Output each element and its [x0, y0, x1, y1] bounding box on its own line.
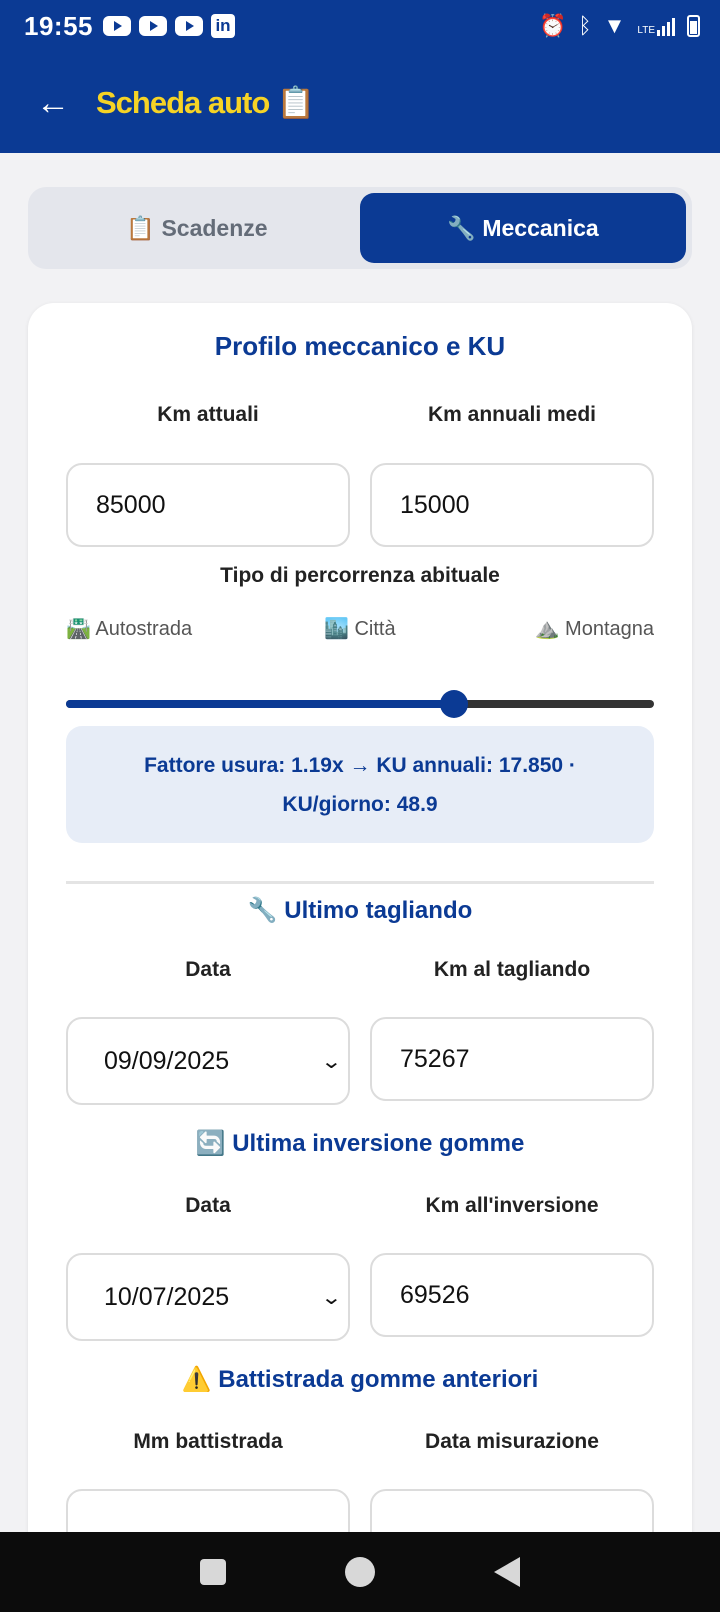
signal-icon: [657, 16, 675, 36]
chevron-down-icon: ⌄: [320, 1286, 343, 1309]
page-title: Scheda auto 📋: [96, 85, 316, 120]
km-annual-field[interactable]: [370, 463, 654, 547]
rotation-km-input[interactable]: [400, 1280, 624, 1310]
rotation-date-label: Data: [185, 1194, 231, 1217]
service-km-label: Km al tagliando: [433, 958, 591, 981]
wifi-icon: ▼: [603, 13, 626, 38]
service-date-value: 09/09/2025: [104, 1046, 230, 1075]
usage-slider-thumb[interactable]: [440, 690, 469, 718]
km-annual-input[interactable]: [400, 490, 624, 520]
tab-meccanica[interactable]: 🔧 Meccanica: [360, 193, 686, 263]
tread-mm-label: Mm battistrada: [133, 1430, 283, 1453]
youtube-icon: [103, 16, 131, 36]
terrain-mountain-label: ⛰️ Montagna: [534, 618, 654, 640]
rotation-title: 🔄 Ultima inversione gomme: [195, 1130, 525, 1157]
service-km-field[interactable]: [370, 1017, 654, 1101]
recents-button[interactable]: [199, 1559, 226, 1585]
km-current-input[interactable]: [96, 490, 320, 520]
back-nav-button[interactable]: [494, 1557, 521, 1587]
home-button[interactable]: [344, 1557, 375, 1587]
status-bar: 19:55 in ⏰ ᛒ ▼ LTE: [0, 0, 720, 52]
chevron-down-icon: ⌄: [320, 1050, 343, 1073]
system-nav-bar: [0, 1532, 720, 1612]
service-date-label: Data: [185, 958, 231, 981]
km-current-field[interactable]: [66, 463, 350, 547]
usage-slider[interactable]: [66, 690, 654, 718]
rotation-date-field[interactable]: 10/07/2025 ⌄: [66, 1253, 350, 1341]
tread-date-label: Data misurazione: [425, 1430, 599, 1453]
service-date-field[interactable]: 09/09/2025 ⌄: [66, 1017, 350, 1105]
lte-label: LTE: [637, 25, 655, 36]
alarm-icon: ⏰: [539, 13, 567, 38]
km-current-label: Km attuali: [157, 403, 259, 426]
service-title: 🔧 Ultimo tagliando: [247, 897, 473, 924]
wear-info-line2: KU/giorno: 48.9: [282, 792, 438, 816]
service-km-input[interactable]: [400, 1044, 624, 1074]
tab-scadenze[interactable]: 📋 Scadenze: [34, 193, 360, 263]
status-icons: ⏰ ᛒ ▼ LTE: [539, 13, 700, 39]
youtube-icon: [175, 16, 203, 36]
tread-title: ⚠️ Battistrada gomme anteriori: [181, 1366, 539, 1393]
status-time: 19:55: [24, 10, 93, 41]
wear-info-line1: Fattore usura: 1.19x → KU annuali: 17.85…: [144, 753, 576, 777]
tab-switcher: 📋 Scadenze 🔧 Meccanica: [28, 187, 692, 269]
profile-title: Profilo meccanico e KU: [214, 331, 506, 361]
section-divider: [66, 881, 654, 884]
terrain-city-label: 🏙️ Città: [324, 618, 396, 640]
usage-slider-fill: [66, 700, 455, 708]
usage-type-label: Tipo di percorrenza abituale: [220, 564, 500, 587]
km-annual-label: Km annuali medi: [427, 403, 597, 426]
app-bar: ← Scheda auto 📋: [0, 52, 720, 153]
rotation-date-value: 10/07/2025: [104, 1282, 230, 1311]
wear-info-box: Fattore usura: 1.19x → KU annuali: 17.85…: [66, 726, 654, 843]
mechanics-card: Profilo meccanico e KU Km attuali Km ann…: [28, 303, 692, 1612]
battery-icon: [687, 15, 700, 37]
back-button[interactable]: ←: [36, 86, 88, 120]
rotation-km-field[interactable]: [370, 1253, 654, 1337]
rotation-km-label: Km all'inversione: [425, 1194, 599, 1217]
linkedin-icon: in: [211, 14, 235, 38]
bluetooth-icon: ᛒ: [578, 13, 592, 38]
terrain-highway-label: 🛣️ Autostrada: [66, 618, 193, 640]
youtube-icon: [139, 16, 167, 36]
